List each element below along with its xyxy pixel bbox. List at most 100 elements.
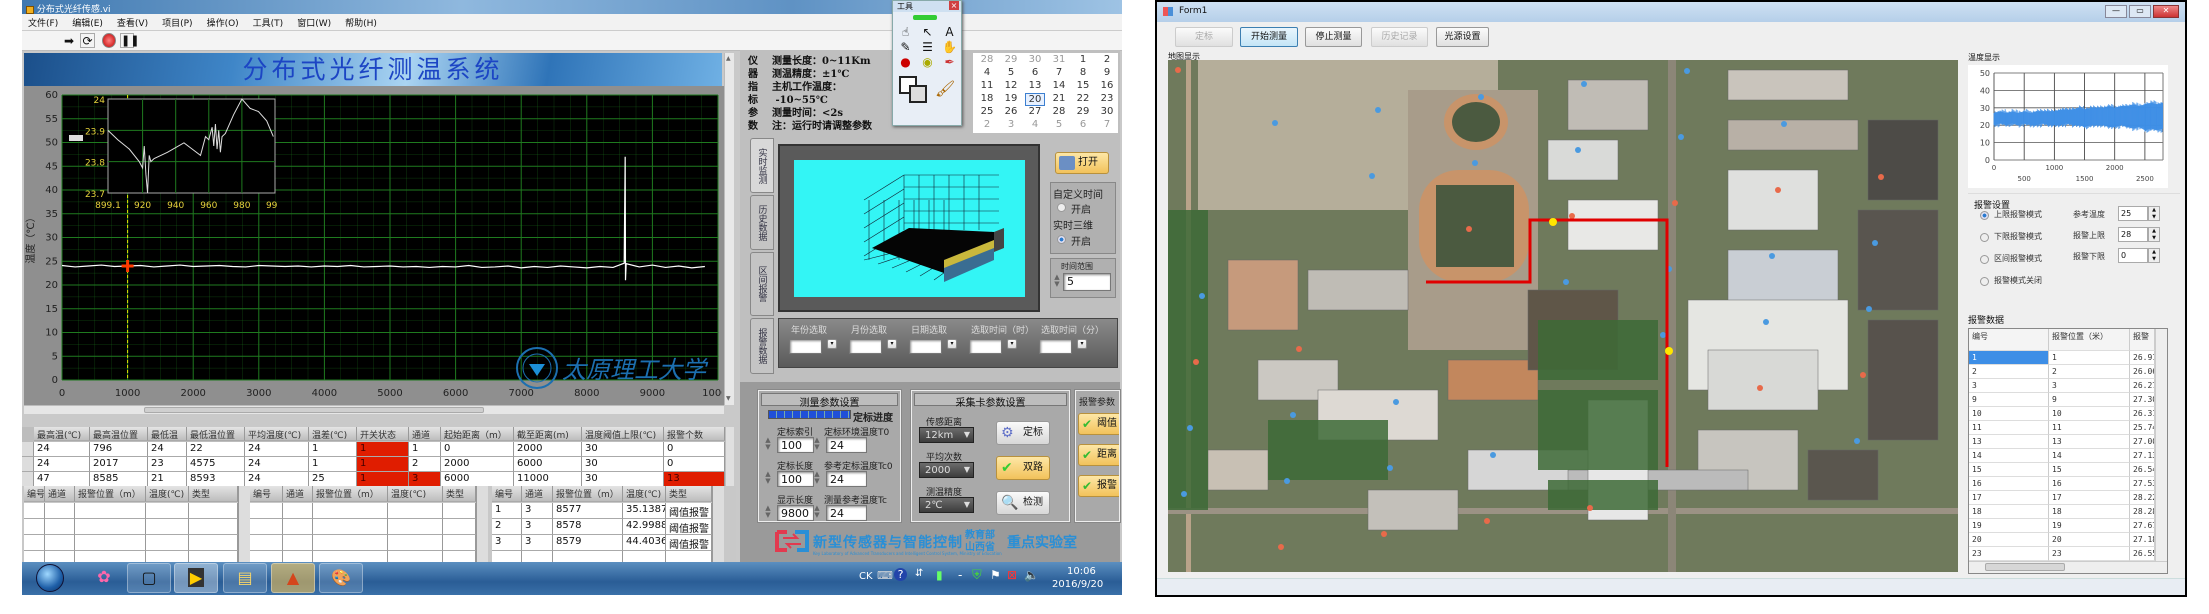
calendar-day[interactable]: 28	[977, 54, 997, 65]
param-spinner[interactable]: ▲ ▼	[812, 471, 822, 485]
alarm-table-empty-cell[interactable]	[250, 519, 283, 535]
taskbar-labview-icon[interactable]: ▶	[174, 563, 218, 593]
alarm-table-empty-cell[interactable]	[75, 519, 146, 535]
calendar-day[interactable]: 14	[1049, 80, 1069, 91]
alarm-table-cell[interactable]: 3	[522, 519, 553, 535]
stats-header-cell[interactable]: 最低温	[148, 427, 187, 441]
close-button[interactable]: ✕	[2153, 5, 2179, 18]
stats-cell[interactable]: 24	[245, 457, 309, 472]
alarm-table-header[interactable]: 温度(℃)	[388, 486, 443, 502]
stats-header-cell[interactable]: 起始距离（m）	[441, 427, 514, 441]
alarm-table-empty-cell[interactable]	[24, 519, 45, 535]
alarm-table-header[interactable]: 通道	[283, 486, 313, 502]
help-icon[interactable]: ?	[894, 568, 907, 581]
calendar-day[interactable]: 6	[1073, 119, 1093, 130]
vertical-scrollbar[interactable]: ▲ ▼	[724, 53, 734, 405]
alarm-data-cell[interactable]: 18	[1969, 505, 2049, 519]
alarm-table-empty-cell[interactable]	[443, 503, 476, 519]
form-button-1[interactable]: 定标	[1175, 27, 1233, 47]
alarm-data-cell[interactable]: 16	[2049, 477, 2130, 491]
alarm-table-empty-cell[interactable]	[146, 519, 189, 535]
alarm-data-cell[interactable]: 11	[2049, 421, 2130, 435]
stats-header-cell[interactable]: 温差(℃)	[309, 427, 357, 441]
alarm-table-header[interactable]: 类型	[666, 486, 712, 502]
background-color-icon[interactable]	[909, 85, 927, 103]
alarm-data-cell[interactable]: 10	[1969, 407, 2049, 421]
taskbar-paint-icon[interactable]: 🎨	[319, 563, 363, 593]
stats-cell[interactable]: 1	[357, 442, 409, 457]
alarm-data-cell[interactable]: 26.55	[2130, 547, 2155, 561]
stats-cell[interactable]: 3	[409, 472, 441, 487]
calendar-day[interactable]: 11	[977, 80, 997, 91]
alarm-data-cell[interactable]: 19	[2049, 519, 2130, 533]
alarm-table-cell[interactable]: 阈值报警	[666, 535, 712, 551]
alarm-data-cell[interactable]: 27.13	[2130, 449, 2155, 463]
breakpoint-icon[interactable]: ●	[895, 55, 916, 69]
satellite-map[interactable]	[1168, 60, 1958, 572]
taskbar-folder-icon[interactable]: ▤	[223, 563, 267, 593]
calendar-day[interactable]: 4	[1025, 119, 1045, 130]
alarm-table-empty-cell[interactable]	[75, 535, 146, 551]
alarm-table-empty-cell[interactable]	[313, 519, 388, 535]
stats-cell[interactable]: 2017	[90, 457, 148, 472]
alarm-data-cell[interactable]: 14	[1969, 449, 2049, 463]
run-continuously-icon[interactable]: ⟳	[80, 33, 95, 48]
alarm-data-cell[interactable]: 1	[2049, 351, 2130, 365]
date-select-input[interactable]	[1039, 339, 1072, 354]
tray-dash-icon[interactable]: -	[958, 568, 962, 582]
param-input[interactable]: 100	[777, 471, 814, 487]
calendar-day[interactable]: 27	[1025, 106, 1045, 117]
alarm-table-empty-cell[interactable]	[189, 535, 238, 551]
calendar-day[interactable]: 22	[1073, 93, 1093, 104]
stats-cell[interactable]: 0	[441, 442, 514, 457]
calendar-day[interactable]: 4	[977, 67, 997, 78]
acq-select-dropdown[interactable]: 12km ▼	[919, 427, 974, 443]
stats-scrollbar[interactable]	[726, 427, 734, 487]
3d-surface-chart[interactable]	[794, 160, 1025, 297]
stats-cell[interactable]: 2000	[441, 457, 514, 472]
operate-hand-icon[interactable]: ☝	[895, 25, 916, 39]
position-arrow-icon[interactable]: ↖	[917, 25, 938, 39]
alarm-table-header[interactable]: 编号	[24, 486, 45, 502]
param-input[interactable]: 24	[826, 505, 867, 521]
wiring-tool-icon[interactable]: ✎	[895, 40, 916, 54]
calendar-day[interactable]: 29	[1073, 106, 1093, 117]
alarm-data-cell[interactable]: 23	[1969, 547, 2049, 561]
calendar[interactable]: 28 29 30 31 1 2 4 5 6 7 8 9 11 12 13 14 15 16 18 19 20 21 22 23…	[973, 53, 1118, 133]
stats-cell[interactable]: 0	[664, 442, 725, 457]
stats-header-cell[interactable]: 平均温度(℃)	[245, 427, 309, 441]
menu-item[interactable]: 操作(O)	[207, 16, 239, 29]
alarm-table-cell[interactable]: 阈值报警	[666, 503, 712, 519]
alarm-table-empty-cell[interactable]	[45, 519, 75, 535]
realtime-3d-radio[interactable]	[1057, 235, 1066, 244]
param-input[interactable]: 24	[826, 471, 867, 487]
alarm-table-header[interactable]: 报警位置（m）	[313, 486, 388, 502]
alarm-table-empty-cell[interactable]	[189, 519, 238, 535]
menu-item[interactable]: 窗口(W)	[297, 16, 331, 29]
stats-cell[interactable]: 24	[245, 442, 309, 457]
stats-cell[interactable]: 0	[664, 457, 725, 472]
stats-cell[interactable]: 6000	[514, 457, 582, 472]
get-color-icon[interactable]: ✒	[939, 55, 960, 69]
alarm-mode-radio[interactable]	[1980, 233, 1989, 242]
stats-cell[interactable]: 4575	[187, 457, 245, 472]
input-language-indicator[interactable]: CK	[859, 571, 873, 582]
alarm-data-cell[interactable]: 9	[1969, 393, 2049, 407]
alarm-table-empty-cell[interactable]	[45, 503, 75, 519]
date-select-input[interactable]	[849, 339, 882, 354]
dropdown-button[interactable]: ▾	[827, 339, 837, 349]
alarm-table-header[interactable]: 类型	[443, 486, 476, 502]
alarm-table-cell[interactable]: 8577	[553, 503, 623, 519]
alarm-data-cell[interactable]: 3	[1969, 379, 2049, 393]
probe-icon[interactable]: ◉	[917, 55, 938, 69]
alarm-table-header[interactable]: 编号	[492, 486, 522, 502]
alarm-table-scrollbar[interactable]	[712, 486, 724, 562]
alarm-table-cell[interactable]: 8578	[553, 519, 623, 535]
alarm-data-cell[interactable]: 17	[2049, 491, 2130, 505]
alarm-table-empty-cell[interactable]	[24, 503, 45, 519]
alarm-data-cell[interactable]: 17	[1969, 491, 2049, 505]
taskbar-window-icon[interactable]: ▢	[127, 563, 171, 593]
stats-cell[interactable]: 30	[582, 472, 664, 487]
calendar-day[interactable]: 30	[1097, 106, 1117, 117]
alarm-data-cell[interactable]: 13	[1969, 435, 2049, 449]
